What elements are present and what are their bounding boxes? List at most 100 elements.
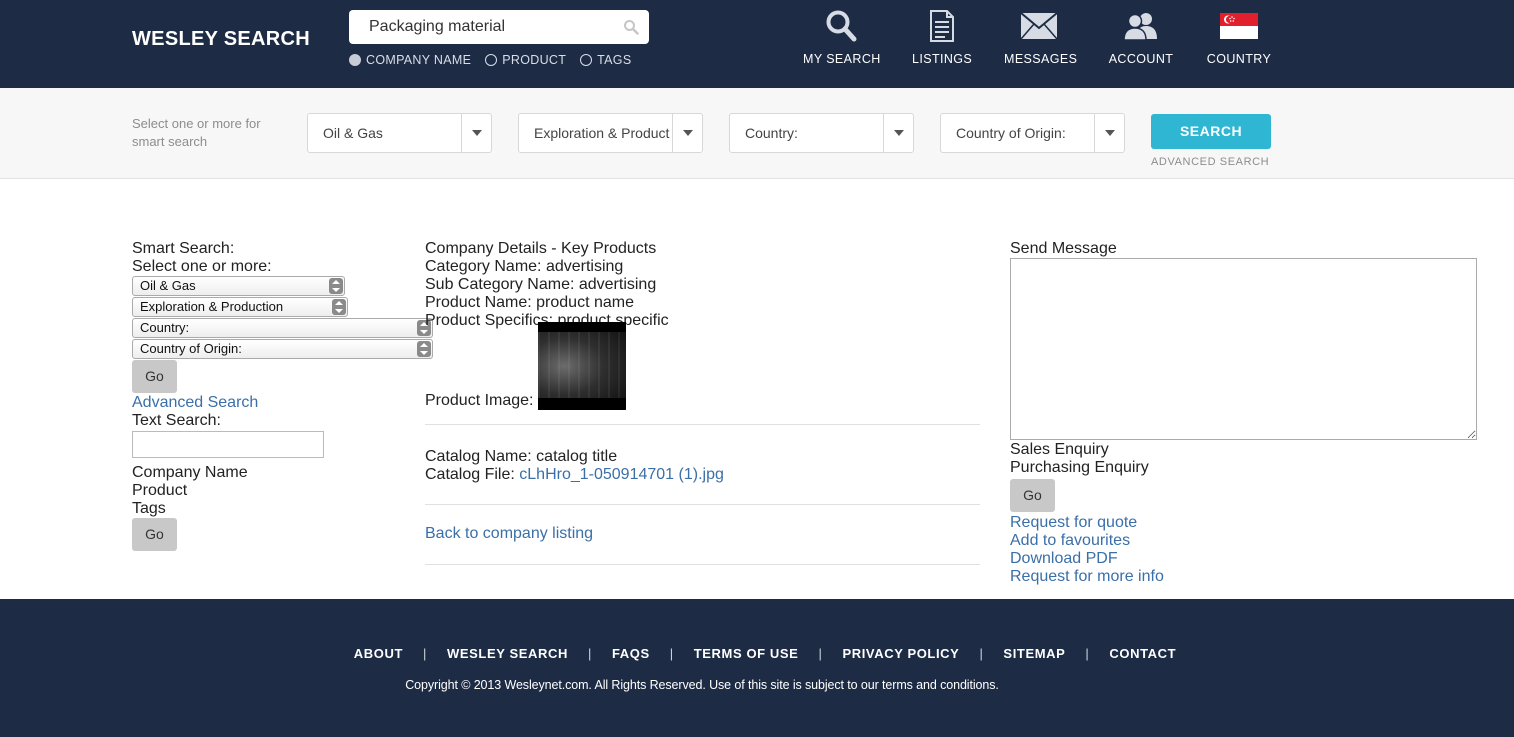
- footer-link-contact[interactable]: CONTACT: [1109, 646, 1176, 661]
- divider: [425, 424, 980, 425]
- nav-country[interactable]: COUNTRY: [1206, 8, 1272, 66]
- header-search-box: [349, 10, 649, 44]
- copyright-text: Copyright © 2013 Wesleynet.com. All Righ…: [405, 678, 999, 692]
- radio-company-name[interactable]: COMPANY NAME: [349, 53, 471, 67]
- nav-label: ACCOUNT: [1108, 52, 1174, 66]
- chevron-down-icon[interactable]: [883, 114, 913, 152]
- nav-my-search[interactable]: MY SEARCH: [803, 8, 881, 66]
- separator: |: [587, 646, 592, 661]
- country-dropdown[interactable]: Country:: [729, 113, 914, 153]
- search-icon[interactable]: [623, 19, 639, 35]
- nav-label: MY SEARCH: [803, 52, 881, 66]
- smart-search-subtitle: Select one or more:: [132, 258, 272, 275]
- enquiry-option-purchasing[interactable]: Purchasing Enquiry: [1010, 459, 1480, 477]
- add-to-favourites-link[interactable]: Add to favourites: [1010, 532, 1130, 549]
- separator: |: [669, 646, 674, 661]
- footer-link-sitemap[interactable]: SITEMAP: [1003, 646, 1065, 661]
- select-value: Oil & Gas: [140, 278, 196, 293]
- product-image[interactable]: [537, 322, 626, 410]
- search-option-company-name[interactable]: Company Name: [132, 464, 432, 482]
- site-logo[interactable]: WESLEY SEARCH: [132, 28, 310, 51]
- dropdown-value: Country of Origin:: [956, 125, 1066, 141]
- smart-search-go-button[interactable]: Go: [132, 360, 177, 393]
- separator: |: [979, 646, 984, 661]
- select-value: Country of Origin:: [140, 341, 242, 356]
- catalog-file-link[interactable]: cLhHro_1-050914701 (1).jpg: [519, 466, 724, 483]
- send-message-go-button[interactable]: Go: [1010, 479, 1055, 512]
- select-spinner-icon[interactable]: [329, 278, 343, 294]
- send-message-title: Send Message: [1010, 240, 1117, 257]
- select-sector[interactable]: Exploration & Production: [132, 297, 348, 317]
- radio-selected-icon[interactable]: [349, 54, 361, 66]
- sub-category-name: Sub Category Name: advertising: [425, 276, 657, 293]
- country-of-origin-dropdown[interactable]: Country of Origin:: [940, 113, 1125, 153]
- chevron-down-icon[interactable]: [672, 114, 702, 152]
- dropdown-value: Exploration & Production: [534, 125, 670, 141]
- nav-account[interactable]: ACCOUNT: [1108, 8, 1174, 66]
- radio-tags[interactable]: TAGS: [580, 53, 631, 67]
- site-header: WESLEY SEARCH COMPANY NAME PRODUCT TAGS: [0, 0, 1514, 88]
- select-value: Exploration & Production: [140, 299, 284, 314]
- divider: [425, 504, 980, 505]
- singapore-flag-icon: [1220, 13, 1258, 39]
- text-search-go-button[interactable]: Go: [132, 518, 177, 551]
- users-icon: [1123, 13, 1157, 41]
- advanced-search-link[interactable]: ADVANCED SEARCH: [1151, 156, 1269, 168]
- header-search-input[interactable]: [369, 16, 619, 38]
- product-name: Product Name: product name: [425, 294, 634, 311]
- magnifier-icon: [826, 10, 856, 42]
- sector-dropdown[interactable]: Exploration & Production: [518, 113, 703, 153]
- footer-link-wesley-search[interactable]: WESLEY SEARCH: [447, 646, 568, 661]
- select-spinner-icon[interactable]: [332, 299, 346, 315]
- nav-listings[interactable]: LISTINGS: [912, 8, 972, 66]
- radio-unselected-icon[interactable]: [580, 54, 593, 66]
- back-to-listing-link[interactable]: Back to company listing: [425, 525, 593, 542]
- industry-dropdown[interactable]: Oil & Gas: [307, 113, 492, 153]
- nav-label: MESSAGES: [1004, 52, 1078, 66]
- search-type-radios: COMPANY NAME PRODUCT TAGS: [349, 53, 631, 67]
- footer-link-faqs[interactable]: FAQS: [612, 646, 650, 661]
- request-quote-link[interactable]: Request for quote: [1010, 514, 1137, 531]
- main-content: Smart Search: Select one or more: Oil & …: [0, 179, 1514, 599]
- product-image-label: Product Image:: [425, 392, 534, 409]
- footer-link-about[interactable]: ABOUT: [354, 646, 403, 661]
- request-more-info-link[interactable]: Request for more info: [1010, 568, 1164, 585]
- footer-links: ABOUT | WESLEY SEARCH | FAQS | TERMS OF USE | PR…: [0, 646, 1514, 661]
- select-country-of-origin[interactable]: Country of Origin:: [132, 339, 433, 359]
- nav-messages[interactable]: MESSAGES: [1004, 8, 1078, 66]
- category-name: Category Name: advertising: [425, 258, 624, 275]
- radio-unselected-icon[interactable]: [485, 54, 498, 66]
- advanced-search-link[interactable]: Advanced Search: [132, 394, 258, 411]
- search-option-tags[interactable]: Tags: [132, 500, 432, 518]
- smart-search-hint: Select one or more for smart search: [132, 116, 261, 149]
- footer-link-privacy[interactable]: PRIVACY POLICY: [842, 646, 959, 661]
- product-image-row: Product Image:: [425, 322, 980, 410]
- send-message-panel: Send Message Sales Enquiry Purchasing En…: [1010, 240, 1480, 586]
- divider: [425, 564, 980, 565]
- search-option-product[interactable]: Product: [132, 482, 432, 500]
- enquiry-option-sales[interactable]: Sales Enquiry: [1010, 441, 1480, 459]
- chevron-down-icon[interactable]: [461, 114, 491, 152]
- company-details-heading: Company Details - Key Products: [425, 240, 657, 257]
- document-list-icon: [930, 10, 954, 42]
- footer-link-terms[interactable]: TERMS OF USE: [694, 646, 799, 661]
- chevron-down-icon[interactable]: [1094, 114, 1124, 152]
- radio-label: PRODUCT: [502, 53, 567, 67]
- select-industry[interactable]: Oil & Gas: [132, 276, 345, 296]
- nav-label: LISTINGS: [912, 52, 973, 66]
- select-country[interactable]: Country:: [132, 318, 433, 338]
- radio-product[interactable]: PRODUCT: [485, 53, 566, 67]
- text-search-input[interactable]: [132, 431, 324, 458]
- company-details-panel: Company Details - Key Products Category …: [425, 240, 980, 588]
- catalog-file-label: Catalog File:: [425, 466, 515, 483]
- download-pdf-link[interactable]: Download PDF: [1010, 550, 1118, 567]
- smart-search-bar: Select one or more for smart search Oil …: [0, 88, 1514, 179]
- dropdown-value: Oil & Gas: [323, 125, 383, 141]
- search-button[interactable]: SEARCH: [1151, 114, 1271, 149]
- dropdown-value: Country:: [745, 125, 798, 141]
- smart-search-title: Smart Search:: [132, 240, 235, 257]
- site-footer: ABOUT | WESLEY SEARCH | FAQS | TERMS OF USE | PR…: [0, 599, 1514, 737]
- catalog-file-row: Catalog File: cLhHro_1-050914701 (1).jpg: [425, 466, 980, 484]
- message-textarea[interactable]: [1010, 258, 1477, 440]
- separator: |: [423, 646, 427, 661]
